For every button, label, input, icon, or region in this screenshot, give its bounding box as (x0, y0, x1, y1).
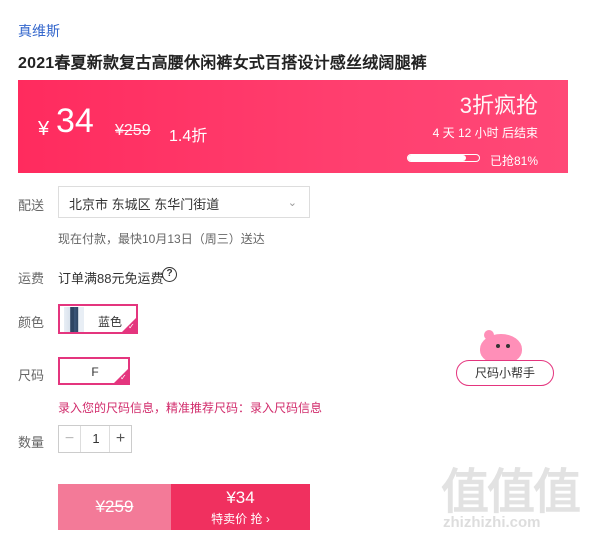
selected-check-icon: ✓ (121, 317, 136, 332)
buy-price: ¥34 (226, 488, 255, 507)
shipping-label: 配送 (18, 198, 45, 213)
mascot-eye (506, 344, 510, 348)
quantity-plus-button[interactable]: + (109, 426, 131, 452)
buy-cta-label: 特卖价 抢 › (211, 512, 270, 526)
color-option-blue[interactable]: 蓝色 ✓ (58, 304, 138, 334)
help-icon[interactable]: ? (162, 267, 177, 282)
size-info-link[interactable]: 录入您的尺码信息，精准推荐尺码：录入尺码信息 (58, 399, 322, 416)
product-title: 2021春夏新款复古高腰休闲裤女式百搭设计感丝绒阔腿裤 (18, 55, 427, 72)
selected-check-icon: ✓ (113, 368, 129, 384)
watermark-site: zhizhizhi.com (443, 514, 541, 531)
size-option-f[interactable]: F ✓ (58, 357, 130, 385)
quantity-stepper: − 1 + (58, 425, 132, 453)
sold-percent-label: 已抢81% (489, 154, 538, 168)
original-price: ¥259 (115, 122, 151, 139)
current-price: 34 (56, 102, 94, 140)
color-thumbnail (64, 307, 84, 332)
quantity-minus-button[interactable]: − (59, 426, 81, 452)
color-label: 颜色 (18, 315, 45, 330)
shipping-address-value: 北京市 东城区 东华门街道 (69, 197, 220, 212)
mascot-eye (496, 344, 500, 348)
quantity-input[interactable]: 1 (81, 426, 111, 452)
size-helper[interactable]: 尺码小帮手 (456, 330, 554, 386)
fee-label: 运费 (18, 271, 45, 286)
original-price-button[interactable]: ¥259 (58, 484, 171, 530)
watermark: 值值值 zhizhizhi.com (441, 452, 581, 542)
delivery-estimate: 现在付款，最快10月13日（周三）送达 (58, 232, 265, 246)
watermark-glyphs: 值值值 (441, 466, 581, 519)
sold-progress-bar (407, 154, 480, 162)
color-option-label: 蓝色 (98, 315, 123, 329)
fee-text: 订单满88元免运费 (58, 271, 164, 286)
size-helper-button[interactable]: 尺码小帮手 (456, 360, 554, 386)
size-label: 尺码 (18, 368, 45, 383)
brand-link[interactable]: 真维斯 (18, 21, 60, 41)
currency-symbol: ¥ (38, 118, 50, 140)
buy-now-button[interactable]: ¥34 特卖价 抢 › (171, 484, 310, 530)
countdown-timer: 4 天 12 小时 后结束 (432, 126, 538, 140)
sold-progress-fill (408, 155, 466, 161)
price-banner: ¥ 34 ¥259 1.4折 3折疯抢 4 天 12 小时 后结束 已抢81% (18, 80, 568, 173)
chevron-down-icon: ⌄ (287, 197, 297, 209)
discount-label: 1.4折 (169, 128, 208, 145)
quantity-label: 数量 (18, 435, 45, 450)
flash-sale-label: 3折疯抢 (459, 93, 538, 118)
shipping-address-select[interactable]: 北京市 东城区 东华门街道 ⌄ (58, 186, 310, 218)
